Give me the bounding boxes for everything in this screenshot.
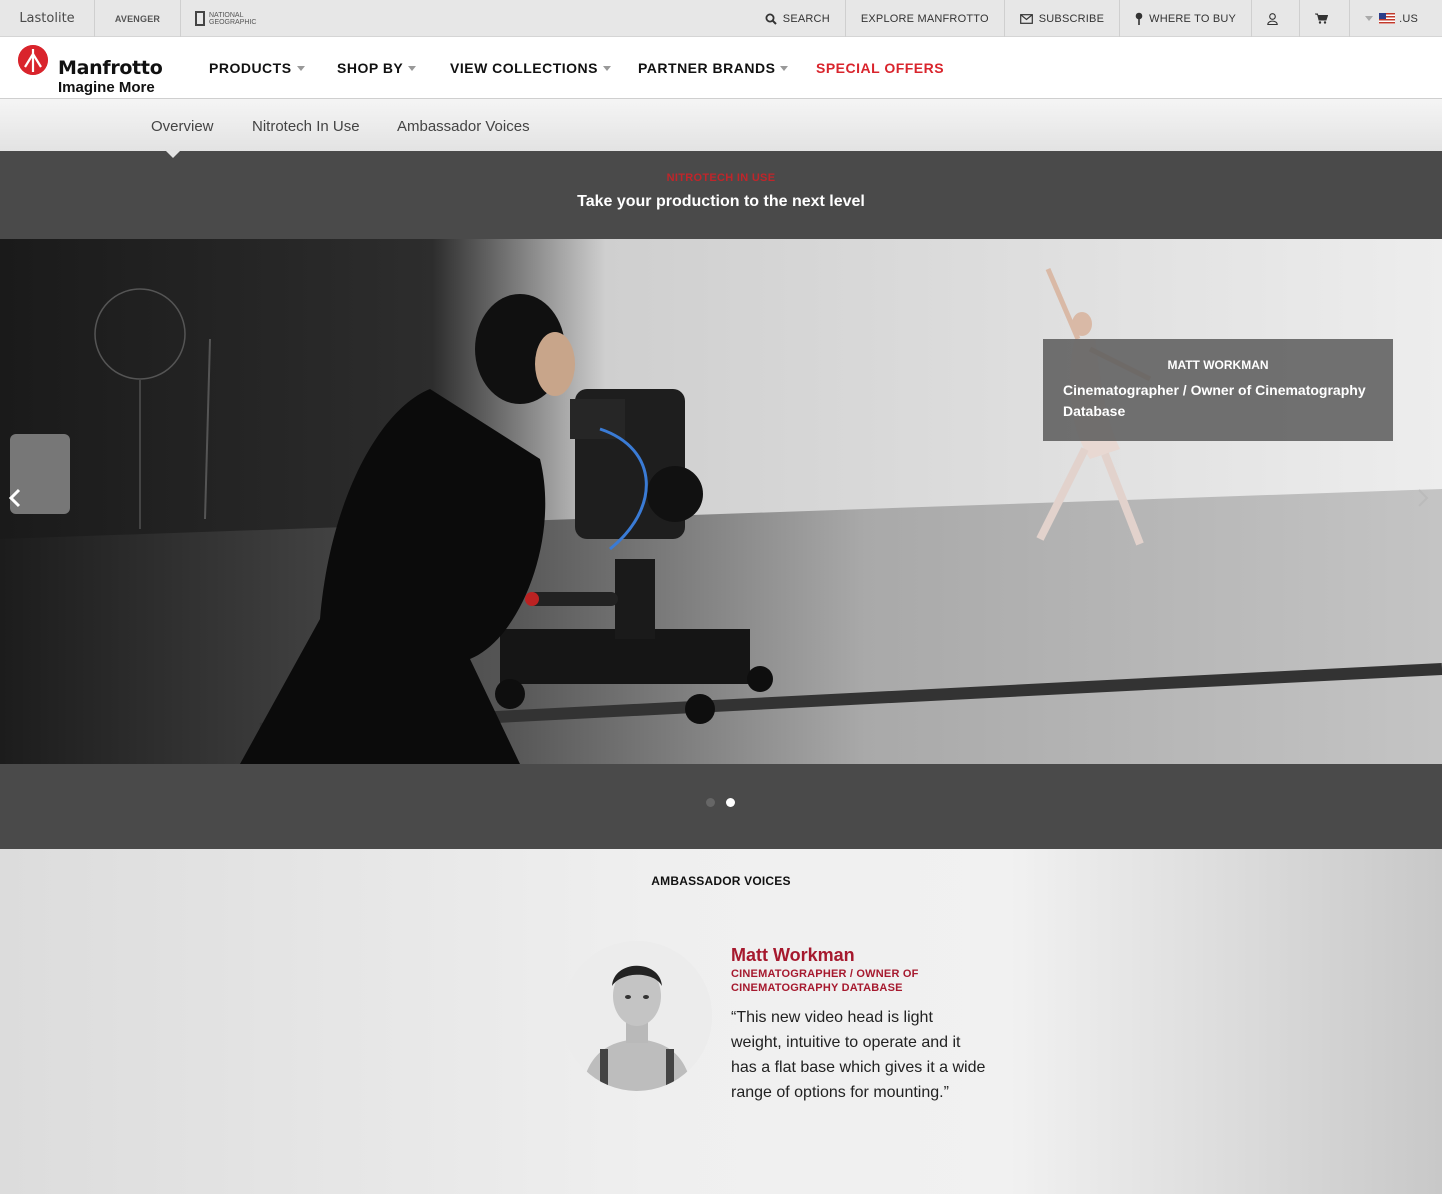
natgeo-frame-icon: [195, 11, 205, 26]
brand-link-lastolite[interactable]: Lastolite: [0, 0, 95, 37]
section-eyebrow: NITROTECH IN USE: [666, 172, 776, 184]
carousel-prev-button[interactable]: [6, 487, 24, 509]
ambassador-voices-section: AMBASSADOR VOICES Matt Workman CINEMATOG…: [0, 849, 1442, 1194]
main-header: Manfrotto Imagine More PRODUCTS SHOP BY …: [0, 38, 1442, 99]
subscribe-link[interactable]: SUBSCRIBE: [1003, 0, 1119, 37]
ambassador-portrait: [562, 941, 712, 1091]
cart-button[interactable]: [1299, 0, 1349, 37]
tab-ambassador-voices[interactable]: Ambassador Voices: [397, 118, 530, 135]
tab-overview[interactable]: Overview: [151, 118, 214, 135]
caption-name: MATT WORKMAN: [1167, 358, 1269, 372]
chevron-down-icon: [603, 65, 611, 71]
envelope-icon: [1019, 13, 1033, 24]
carousel-pagination: [0, 764, 1442, 849]
region-selector[interactable]: .US: [1349, 0, 1442, 37]
ambassador-quote: “This new video head is light weight, in…: [731, 1009, 986, 1101]
carousel-dot-2[interactable]: [726, 798, 735, 807]
caption-role: Cinematographer / Owner of Cinematograph…: [1063, 382, 1366, 419]
nav-view-collections[interactable]: VIEW COLLECTIONS: [450, 60, 611, 76]
user-icon: [1267, 12, 1278, 25]
us-flag-icon: [1379, 13, 1396, 24]
map-pin-icon: [1135, 12, 1143, 25]
chevron-down-icon: [408, 65, 417, 71]
ambassador-photo: [562, 941, 712, 1091]
nav-partner-brands[interactable]: PARTNER BRANDS: [638, 60, 789, 76]
utility-nav: SEARCH EXPLORE MANFROTTO SUBSCRIBE WHERE…: [750, 0, 1442, 37]
chevron-down-icon: [1365, 16, 1374, 21]
slide-photo: [0, 239, 1442, 764]
ambassador-role: CINEMATOGRAPHER / OWNER OF CINEMATOGRAPH…: [731, 968, 919, 994]
nav-shop-by[interactable]: SHOP BY: [337, 60, 417, 76]
where-to-buy-link[interactable]: WHERE TO BUY: [1119, 0, 1251, 37]
slide-caption: MATT WORKMAN Cinematographer / Owner of …: [1043, 339, 1393, 441]
partner-bar: Lastolite AVENGER NATIONAL GEOGRAPHIC SE…: [0, 0, 1442, 37]
carousel-slide: MATT WORKMAN Cinematographer / Owner of …: [0, 239, 1442, 764]
manfrotto-logo[interactable]: Manfrotto Imagine More: [18, 42, 183, 96]
cart-icon: [1315, 13, 1329, 24]
nav-products[interactable]: PRODUCTS: [209, 60, 305, 76]
logo-tagline: Imagine More: [58, 79, 155, 96]
partner-brands: Lastolite AVENGER NATIONAL GEOGRAPHIC: [0, 0, 261, 37]
brand-link-avenger[interactable]: AVENGER: [95, 0, 181, 37]
section-title: Take your production to the next level: [577, 193, 865, 210]
manfrotto-logo-icon: [18, 45, 48, 75]
ambassador-section-title: AMBASSADOR VOICES: [651, 874, 791, 888]
ambassador-name: Matt Workman: [731, 945, 855, 965]
explore-manfrotto-link[interactable]: EXPLORE MANFROTTO: [844, 0, 1004, 37]
search-button[interactable]: SEARCH: [750, 0, 845, 37]
logo-wordmark: Manfrotto: [58, 57, 163, 79]
product-subnav: Overview Nitrotech In Use Ambassador Voi…: [0, 99, 1442, 151]
carousel-next-button[interactable]: [1414, 487, 1432, 509]
search-icon: [765, 13, 777, 25]
section-header: NITROTECH IN USE Take your production to…: [0, 151, 1442, 239]
account-button[interactable]: [1251, 0, 1299, 37]
chevron-down-icon: [780, 65, 789, 71]
chevron-down-icon: [296, 65, 305, 71]
active-tab-indicator: [166, 151, 180, 158]
brand-link-national-geographic[interactable]: NATIONAL GEOGRAPHIC: [181, 0, 261, 37]
carousel-dot-1[interactable]: [706, 798, 715, 807]
nav-special-offers[interactable]: SPECIAL OFFERS: [816, 60, 944, 76]
tab-nitrotech-in-use[interactable]: Nitrotech In Use: [252, 118, 360, 135]
